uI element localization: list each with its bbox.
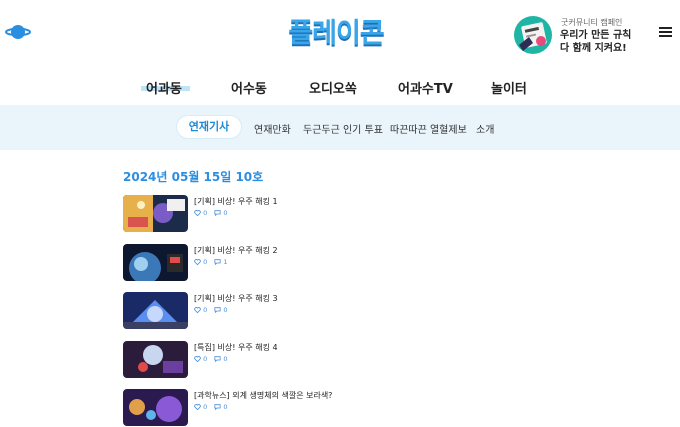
nav-item-tv[interactable]: 어과수TV bbox=[398, 78, 453, 97]
nav-item-eosudong[interactable]: 어수동 bbox=[231, 78, 267, 97]
comment-icon[interactable] bbox=[214, 404, 221, 410]
subnav-item-vote[interactable]: 두근두근 인기 투표 bbox=[303, 121, 383, 136]
nav-item-audio[interactable]: 오디오쏙 bbox=[309, 78, 357, 97]
subnav-item-comic[interactable]: 연재만화 bbox=[254, 121, 291, 136]
site-logo[interactable]: 플레이콘 bbox=[286, 17, 386, 55]
heart-icon[interactable] bbox=[194, 356, 201, 362]
subnav-item-label: 연재기사 bbox=[188, 120, 230, 133]
comment-icon[interactable] bbox=[214, 259, 221, 265]
article-list-section: 2024년 05월 15일 10호 [기획] 비상! 우주 해킹 1 0 0 [… bbox=[0, 150, 680, 426]
article-stats: 0 0 bbox=[194, 306, 233, 314]
comment-count: 0 bbox=[223, 355, 228, 363]
issue-date-heading: 2024년 05월 15일 10호 bbox=[123, 170, 264, 184]
sub-nav: 연재기사 연재만화 두근두근 인기 투표 따끈따끈 열혈제보 소개 bbox=[0, 105, 680, 150]
heart-icon[interactable] bbox=[194, 210, 201, 216]
article-thumbnail[interactable] bbox=[123, 341, 188, 378]
article-stats: 0 0 bbox=[194, 403, 233, 411]
article-item[interactable]: [과학뉴스] 외계 생명체의 색깔은 보라색? 0 0 bbox=[123, 389, 423, 427]
campaign-title: 우리가 만든 규칙 다 함께 지켜요! bbox=[560, 29, 631, 55]
article-item[interactable]: [기획] 비상! 우주 해킹 3 0 0 bbox=[123, 292, 423, 330]
heart-icon[interactable] bbox=[194, 259, 201, 265]
comment-count: 0 bbox=[223, 403, 228, 411]
comment-count: 0 bbox=[223, 306, 228, 314]
article-item[interactable]: [기획] 비상! 우주 해킹 2 0 1 bbox=[123, 244, 423, 282]
campaign-subtitle: 굿커뮤니티 캠페인 bbox=[561, 18, 623, 27]
comment-count: 0 bbox=[223, 209, 228, 217]
comment-count: 1 bbox=[223, 258, 228, 266]
article-thumbnail[interactable] bbox=[123, 292, 188, 329]
like-count: 0 bbox=[203, 355, 208, 363]
like-count: 0 bbox=[203, 209, 208, 217]
subnav-item-serial-article[interactable]: 연재기사 bbox=[177, 116, 241, 138]
comment-icon[interactable] bbox=[214, 210, 221, 216]
article-thumbnail[interactable] bbox=[123, 195, 188, 232]
article-stats: 0 1 bbox=[194, 258, 233, 266]
article-title[interactable]: [특집] 비상! 우주 해킹 4 bbox=[194, 342, 278, 353]
like-count: 0 bbox=[203, 403, 208, 411]
heart-icon[interactable] bbox=[194, 404, 201, 410]
nav-item-eogwadong[interactable]: 어과동 bbox=[146, 78, 182, 97]
hamburger-menu-icon[interactable] bbox=[659, 27, 672, 37]
header: 플레이콘 굿커뮤니티 캠페인 우리가 만든 규칙 다 함께 지켜요! bbox=[0, 0, 680, 70]
heart-icon[interactable] bbox=[194, 307, 201, 313]
article-stats: 0 0 bbox=[194, 355, 233, 363]
comment-icon[interactable] bbox=[214, 356, 221, 362]
article-thumbnail[interactable] bbox=[123, 244, 188, 281]
article-title[interactable]: [기획] 비상! 우주 해킹 2 bbox=[194, 245, 278, 256]
article-thumbnail[interactable] bbox=[123, 389, 188, 426]
campaign-line-2: 다 함께 지켜요! bbox=[560, 43, 627, 54]
main-nav: 어과동 어수동 오디오쏙 어과수TV 놀이터 bbox=[0, 70, 680, 104]
subnav-item-report[interactable]: 따끈따끈 열혈제보 bbox=[390, 121, 467, 136]
article-title[interactable]: [과학뉴스] 외계 생명체의 색깔은 보라색? bbox=[194, 390, 332, 401]
campaign-line-1: 우리가 만든 규칙 bbox=[560, 30, 632, 41]
like-count: 0 bbox=[203, 306, 208, 314]
like-count: 0 bbox=[203, 258, 208, 266]
campaign-banner[interactable]: 굿커뮤니티 캠페인 우리가 만든 규칙 다 함께 지켜요! bbox=[513, 15, 643, 57]
planet-icon[interactable] bbox=[5, 22, 31, 42]
article-item[interactable]: [특집] 비상! 우주 해킹 4 0 0 bbox=[123, 341, 423, 379]
comment-icon[interactable] bbox=[214, 307, 221, 313]
logo-text: 플레이콘 bbox=[288, 18, 384, 49]
campaign-icon bbox=[514, 16, 552, 54]
article-item[interactable]: [기획] 비상! 우주 해킹 1 0 0 bbox=[123, 195, 423, 233]
article-title[interactable]: [기획] 비상! 우주 해킹 3 bbox=[194, 293, 278, 304]
subnav-item-about[interactable]: 소개 bbox=[476, 121, 494, 136]
article-stats: 0 0 bbox=[194, 209, 233, 217]
nav-item-playground[interactable]: 놀이터 bbox=[491, 78, 527, 97]
article-title[interactable]: [기획] 비상! 우주 해킹 1 bbox=[194, 196, 278, 207]
